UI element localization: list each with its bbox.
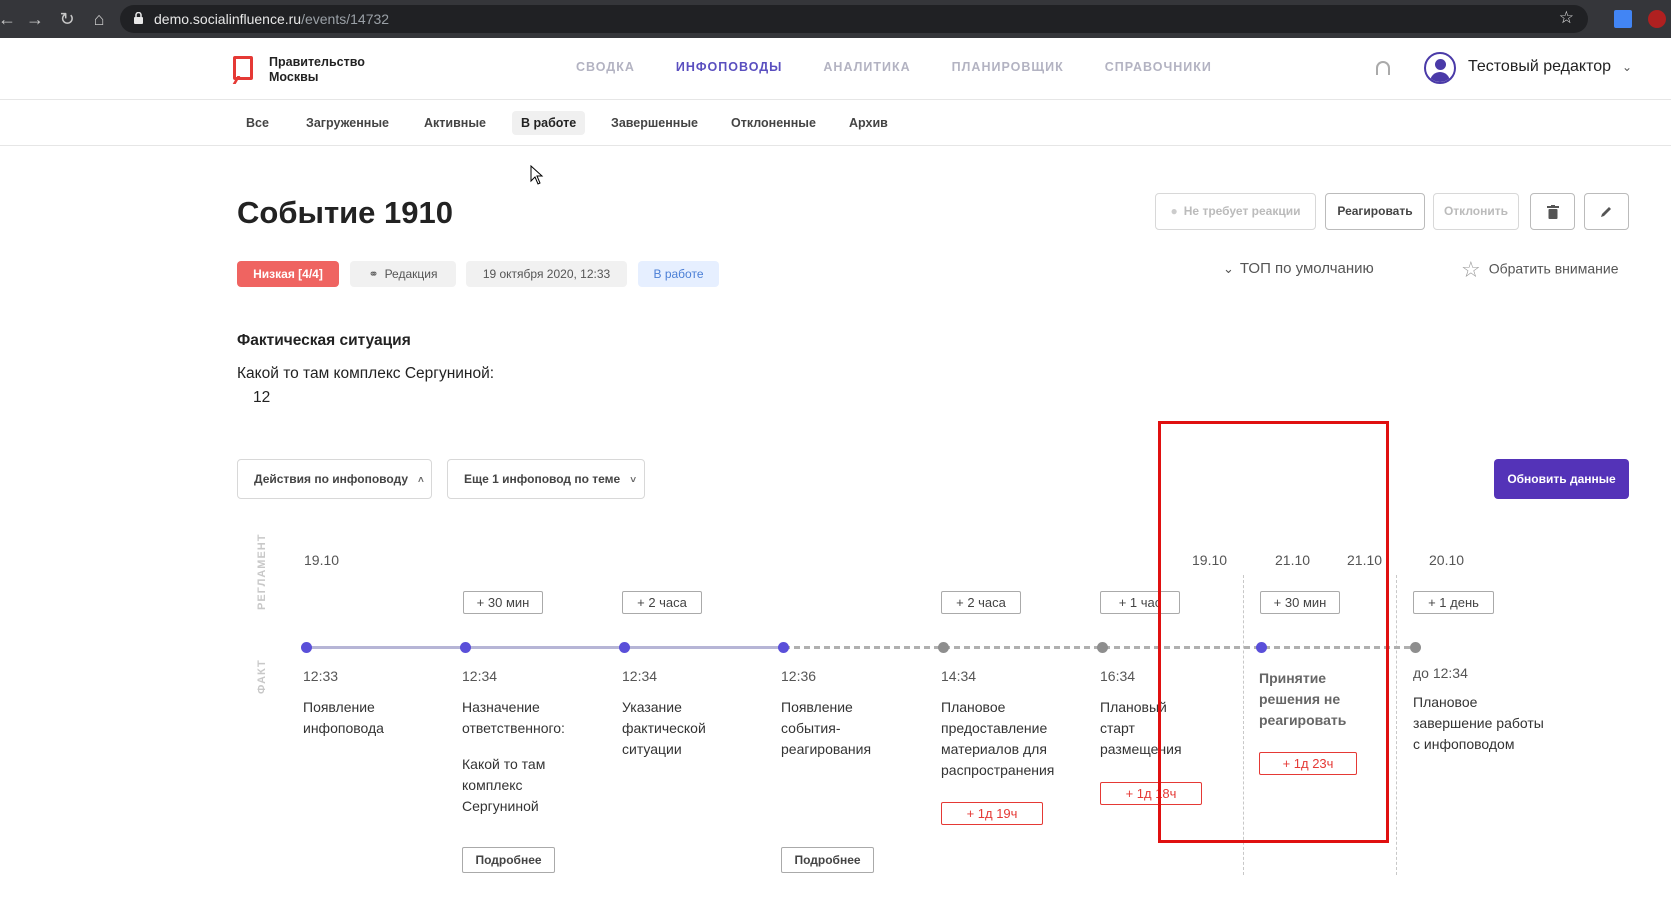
url-text: demo.socialinfluence.ru/events/14732 [154, 11, 390, 27]
source-badge: ⚭ Редакция [350, 261, 456, 287]
delay-badge: + 1д 19ч [941, 802, 1043, 825]
tab-rejected[interactable]: Отклоненные [722, 111, 825, 135]
more-infopovod-dropdown[interactable]: Еще 1 инфоповод по теме ˅ [447, 459, 645, 499]
forward-icon[interactable]: → [24, 8, 46, 30]
app-header: Правительство Москвы Сводка Инфоповоды А… [0, 38, 1671, 100]
tab-all[interactable]: Все [237, 111, 278, 135]
step-label: Появление события-реагирования [781, 699, 872, 757]
regulation-interval: + 1 день [1413, 591, 1494, 614]
nav-item-planner[interactable]: Планировщик [952, 60, 1064, 74]
step-label: Появление инфоповода [303, 699, 384, 736]
fact-section-title: Фактическая ситуация [237, 332, 411, 349]
timeline-dot [619, 642, 630, 653]
avatar[interactable] [1424, 52, 1456, 84]
step-time: 12:34 [462, 668, 498, 684]
tab-active[interactable]: Активные [415, 111, 495, 135]
details-button[interactable]: Подробнее [462, 847, 555, 873]
step-time: 12:33 [303, 668, 339, 684]
trash-icon [1546, 205, 1559, 219]
step-label: Указание фактической ситуации [622, 699, 706, 757]
tab-in-progress[interactable]: В работе [512, 111, 586, 135]
timeline-date: 19.10 [304, 552, 340, 568]
tab-completed[interactable]: Завершенные [602, 111, 707, 135]
reglament-label: РЕГЛАМЕНТ [256, 533, 268, 610]
star-icon: ☆ [1461, 257, 1481, 282]
no-reaction-button[interactable]: ● Не требует реакции [1155, 193, 1316, 230]
step-time: 12:36 [781, 668, 817, 684]
step-label: Плановое предоставление материалов для р… [941, 699, 1055, 778]
timeline-date: 20.10 [1429, 552, 1465, 568]
timeline-dot [1097, 642, 1108, 653]
step-detail: Какой то там комплекс Сергуниной [462, 756, 546, 814]
main-nav: Сводка Инфоповоды Аналитика Планировщик … [576, 60, 1253, 74]
tab-archive[interactable]: Архив [840, 111, 897, 135]
timeline-dot [1410, 642, 1421, 653]
browser-toolbar: ← → ↻ ⌂ demo.socialinfluence.ru/events/1… [0, 0, 1671, 38]
timeline-dot [778, 642, 789, 653]
status-badge: В работе [638, 261, 719, 287]
react-button[interactable]: Реагировать [1325, 193, 1425, 230]
timeline-dot [301, 642, 312, 653]
logo-text[interactable]: Правительство Москвы [269, 55, 389, 85]
step-time: до 12:34 [1413, 665, 1468, 681]
step-time: 16:34 [1100, 668, 1136, 684]
step-time: 14:34 [941, 668, 977, 684]
logo-icon [233, 56, 253, 80]
headset-icon[interactable] [1376, 61, 1390, 75]
extension-icon[interactable] [1648, 10, 1666, 28]
regulation-interval: + 30 мин [463, 591, 543, 614]
fact-text: Какой то там комплекс Сергуниной: [237, 365, 495, 382]
fact-number: 12 [253, 389, 271, 406]
reload-icon[interactable]: ↻ [56, 8, 78, 30]
chevron-down-icon: ˅ [630, 475, 637, 486]
regulation-interval: + 2 часа [622, 591, 702, 614]
mouse-cursor-icon [530, 165, 544, 185]
regulation-interval: + 2 часа [941, 591, 1021, 614]
refresh-data-button[interactable]: Обновить данные [1494, 459, 1629, 499]
top-default-dropdown[interactable]: ⌄ ТОП по умолчанию [1223, 260, 1374, 277]
address-bar[interactable]: demo.socialinfluence.ru/events/14732 ☆ [120, 5, 1588, 33]
divider [1396, 575, 1397, 875]
fact-label: ФАКТ [256, 659, 268, 694]
actions-dropdown[interactable]: Действия по инфоповоду ˄ [237, 459, 432, 499]
edit-button[interactable] [1584, 193, 1629, 230]
chevron-up-icon: ˄ [418, 475, 424, 486]
translate-extension-icon[interactable] [1614, 10, 1632, 28]
lock-icon [134, 12, 143, 24]
nav-item-infopovody[interactable]: Инфоповоды [676, 60, 783, 74]
chevron-down-icon: ⌄ [1223, 261, 1234, 276]
home-icon[interactable]: ⌂ [88, 8, 110, 30]
back-icon[interactable]: ← [0, 8, 18, 30]
delete-button[interactable] [1530, 193, 1575, 230]
step-label: Назначение ответственного: [462, 699, 565, 736]
chevron-down-icon[interactable]: ⌄ [1622, 60, 1632, 74]
details-button[interactable]: Подробнее [781, 847, 874, 873]
timeline-dot [938, 642, 949, 653]
step-time: 12:34 [622, 668, 658, 684]
attention-toggle[interactable]: ☆ Обратить внимание [1461, 257, 1618, 283]
status-tabs: Все Загруженные Активные В работе Заверш… [0, 100, 1671, 146]
page-title: Событие 1910 [237, 195, 454, 230]
timeline-dot [460, 642, 471, 653]
nav-item-analytics[interactable]: Аналитика [823, 60, 910, 74]
nav-item-reference[interactable]: Справочники [1105, 60, 1212, 74]
reject-button[interactable]: Отклонить [1433, 193, 1519, 230]
nav-item-svodka[interactable]: Сводка [576, 60, 635, 74]
date-badge: 19 октября 2020, 12:33 [466, 261, 627, 287]
pencil-icon [1601, 207, 1611, 217]
timeline-line-done [306, 646, 784, 649]
user-name[interactable]: Тестовый редактор [1468, 58, 1611, 76]
link-icon: ⚭ [368, 267, 379, 281]
user-icon: ● [1170, 204, 1178, 218]
priority-badge: Низкая [4/4] [237, 261, 339, 287]
bookmark-star-icon[interactable]: ☆ [1559, 8, 1574, 28]
highlight-annotation [1158, 421, 1389, 843]
step-label: Плановое завершение работы с инфоповодом [1413, 694, 1544, 752]
tab-uploaded[interactable]: Загруженные [297, 111, 398, 135]
